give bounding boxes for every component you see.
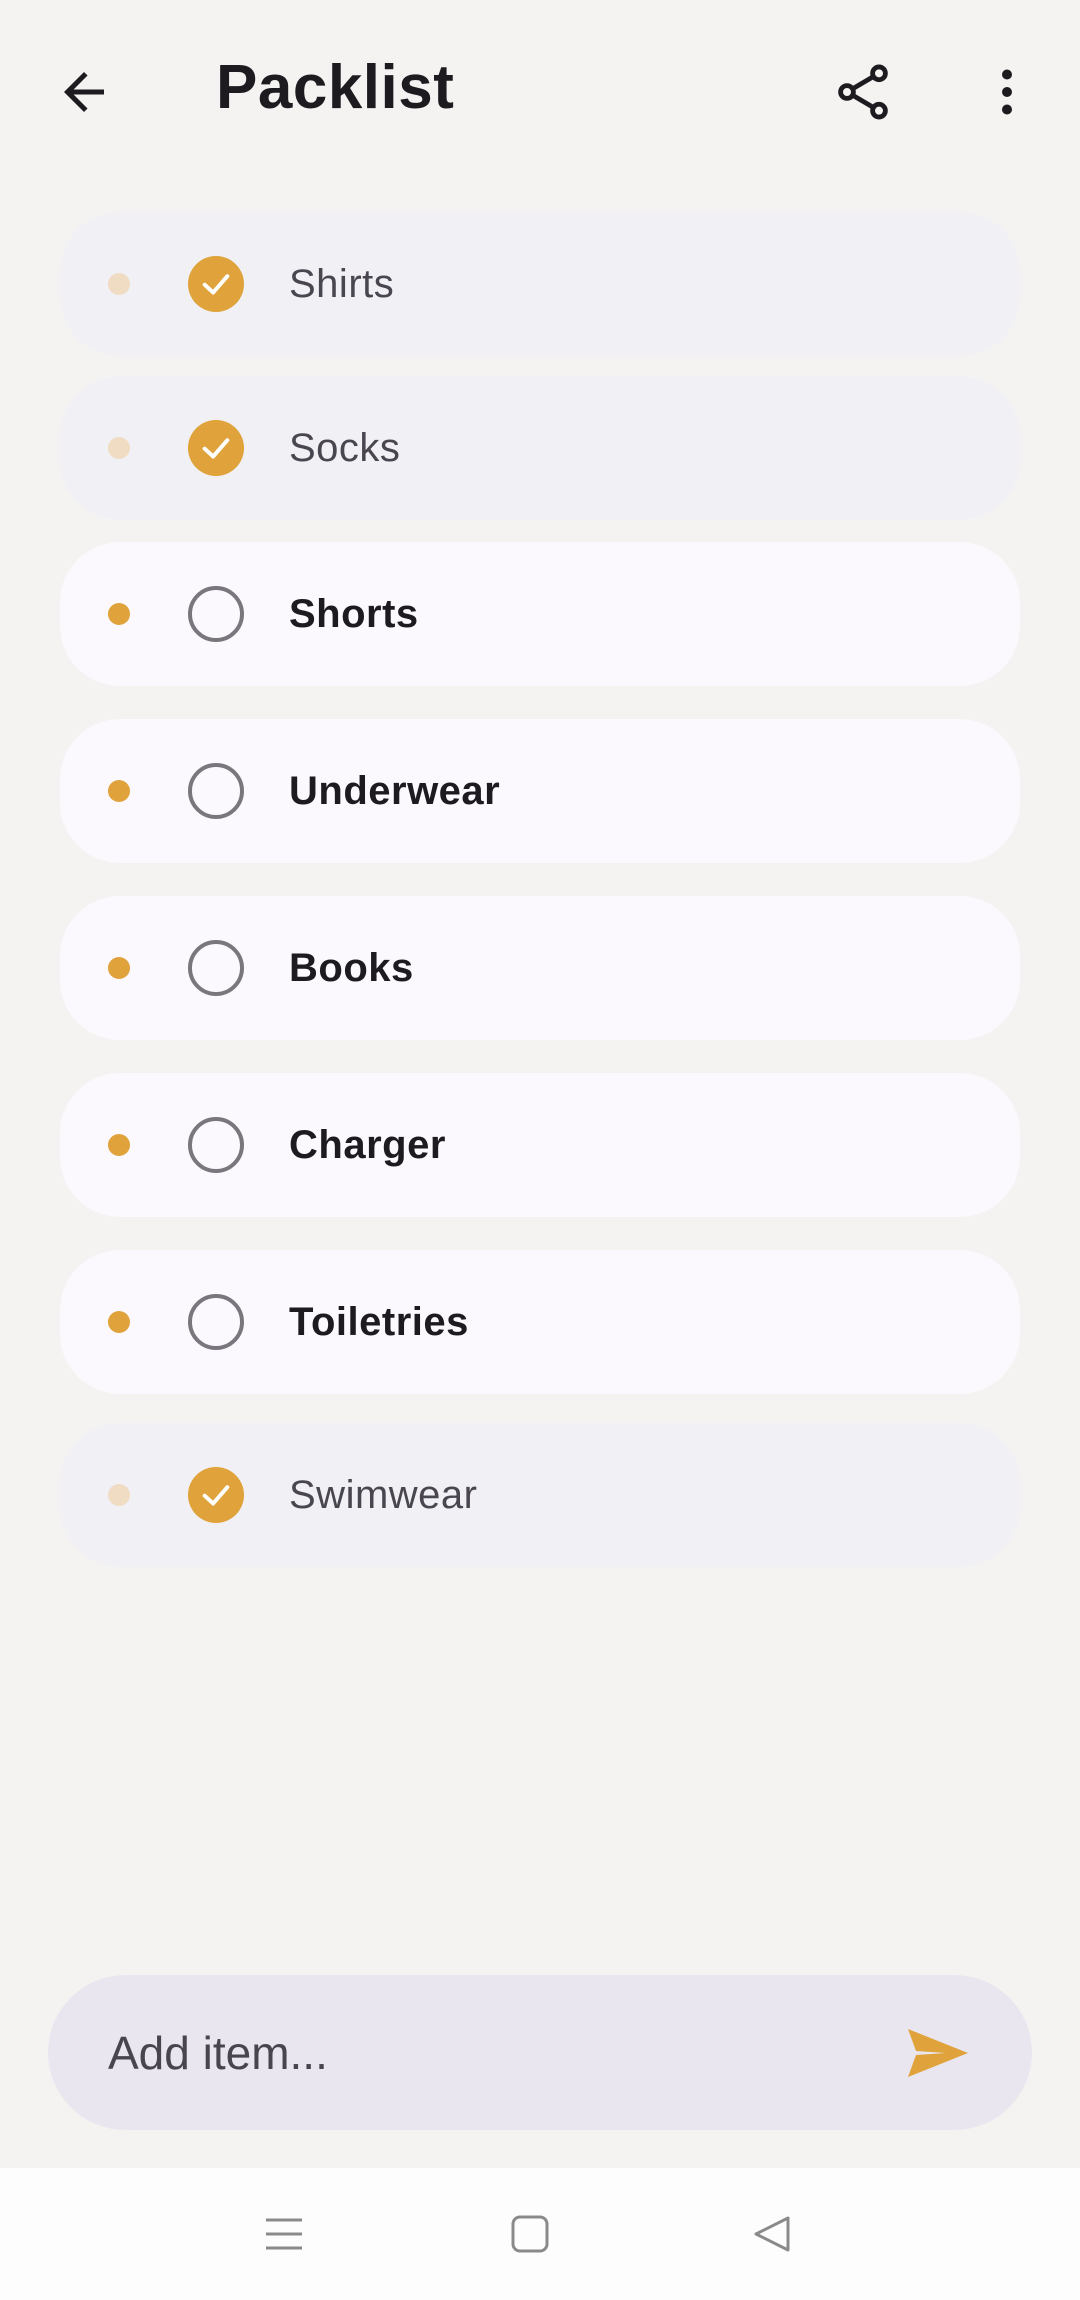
add-item-bar [48, 1975, 1032, 2130]
list-item-label: Underwear [289, 768, 501, 813]
recent-apps-button[interactable] [234, 2184, 334, 2284]
checkmark-icon [202, 274, 230, 295]
unchecked-checkbox[interactable] [188, 763, 244, 819]
list-item-label: Shirts [289, 261, 395, 306]
send-icon [908, 2029, 968, 2077]
list-item-label: Socks [289, 425, 401, 470]
arrow-left-icon [64, 72, 104, 112]
list-item[interactable]: Books [60, 896, 1020, 1040]
system-back-button[interactable] [722, 2184, 822, 2284]
list-item-label: Charger [289, 1122, 446, 1167]
list-item[interactable]: Toiletries [60, 1250, 1020, 1394]
back-button[interactable] [34, 42, 134, 142]
unchecked-checkbox[interactable] [188, 940, 244, 996]
list-item[interactable]: Shirts [60, 212, 1020, 356]
list-item-label: Shorts [289, 591, 419, 636]
unchecked-checkbox[interactable] [188, 1117, 244, 1173]
recent-apps-icon [266, 2218, 302, 2250]
list-item[interactable]: Charger [60, 1073, 1020, 1217]
checkmark-icon [202, 1485, 230, 1506]
more-vertical-icon [1002, 69, 1012, 115]
drag-handle-dot[interactable] [108, 437, 130, 459]
checked-checkbox[interactable] [188, 420, 244, 476]
drag-handle-dot[interactable] [108, 1311, 130, 1333]
checked-checkbox[interactable] [188, 1467, 244, 1523]
list-item-label: Toiletries [289, 1299, 469, 1344]
top-app-bar: Packlist [0, 0, 1080, 180]
home-icon [511, 2215, 549, 2253]
unchecked-checkbox[interactable] [188, 586, 244, 642]
list-item[interactable]: Underwear [60, 719, 1020, 863]
drag-handle-dot[interactable] [108, 957, 130, 979]
send-button[interactable] [888, 2003, 988, 2103]
checked-checkbox[interactable] [188, 256, 244, 312]
drag-handle-dot[interactable] [108, 780, 130, 802]
home-button[interactable] [480, 2184, 580, 2284]
list-item-label: Swimwear [289, 1472, 478, 1517]
drag-handle-dot[interactable] [108, 603, 130, 625]
list-item[interactable]: Swimwear [60, 1423, 1020, 1567]
back-triangle-icon [754, 2216, 790, 2252]
unchecked-checkbox[interactable] [188, 1294, 244, 1350]
page-title: Packlist [216, 53, 455, 122]
list-item[interactable]: Shorts [60, 542, 1020, 686]
drag-handle-dot[interactable] [108, 1484, 130, 1506]
share-button[interactable] [813, 42, 913, 142]
checkmark-icon [202, 438, 230, 459]
system-navigation-bar [0, 2168, 1080, 2300]
share-icon [838, 64, 888, 120]
list-item[interactable]: Socks [60, 376, 1020, 520]
drag-handle-dot[interactable] [108, 1134, 130, 1156]
list-item-label: Books [289, 945, 414, 990]
add-item-input[interactable] [108, 1975, 888, 2130]
drag-handle-dot[interactable] [108, 273, 130, 295]
more-options-button[interactable] [957, 42, 1057, 142]
